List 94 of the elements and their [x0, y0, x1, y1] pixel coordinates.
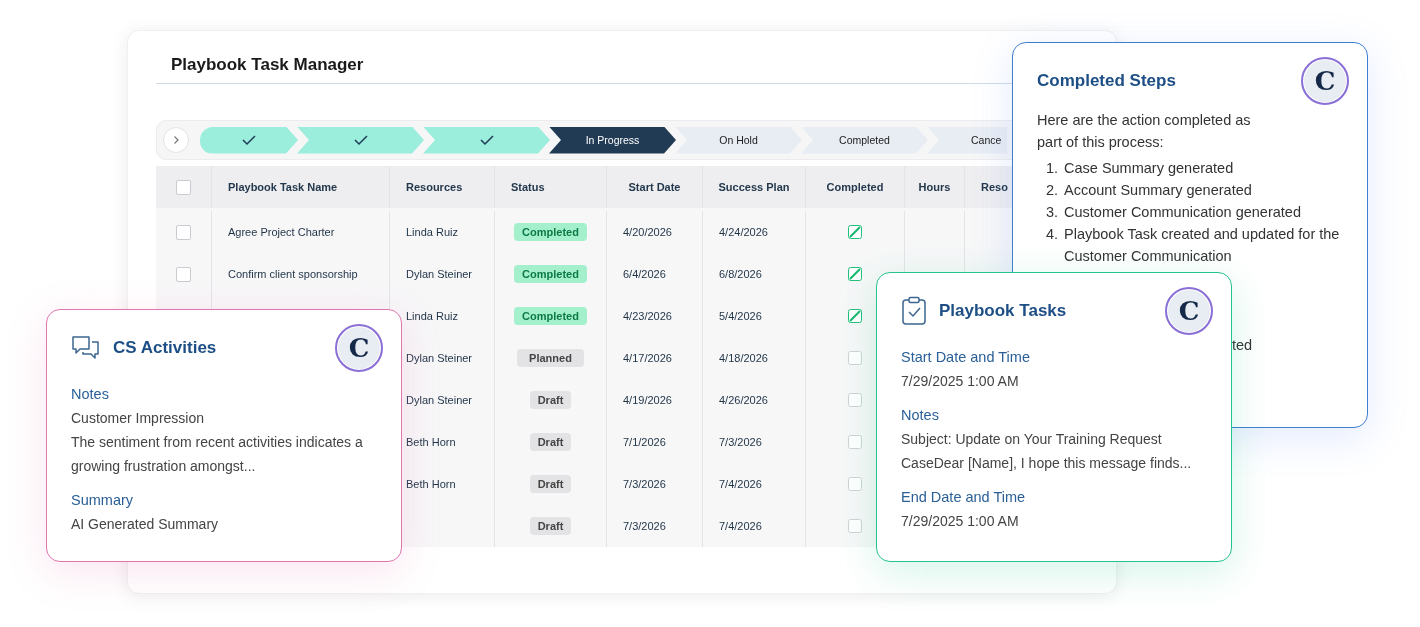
section-text: 7/29/2025 1:00 AM [901, 372, 1020, 391]
step[interactable]: Cance [927, 126, 1007, 154]
table-cell: 6/8/2026 [719, 268, 762, 280]
completed-checkbox[interactable] [848, 267, 862, 281]
check-icon [352, 134, 369, 146]
completed-checkbox[interactable] [848, 309, 862, 323]
step[interactable]: In Progress [549, 126, 676, 154]
table-cell: Dylan Steiner [406, 394, 473, 406]
card-title: Completed Steps [1037, 71, 1177, 91]
table-cell: Dylan Steiner [406, 268, 473, 280]
list-number: 4. [1044, 225, 1058, 244]
expand-button[interactable] [163, 127, 189, 153]
section-label: Notes [71, 385, 110, 404]
check-icon [241, 134, 257, 146]
step[interactable]: Completed [801, 126, 928, 154]
status-badge: Completed [514, 265, 587, 283]
table-cell: Linda Ruiz [406, 226, 458, 238]
table-cell: 6/4/2026 [623, 268, 666, 280]
list-item-text: Playbook Task created and updated for the Customer Communication [1064, 225, 1341, 266]
table-cell: 5/4/2026 [719, 310, 762, 322]
section-text: The sentiment from recent activities indicates a growing frustration amongst... [71, 433, 364, 476]
column-header[interactable]: Success Plan [718, 181, 790, 193]
section-label: Notes [901, 406, 940, 425]
row-checkbox[interactable] [176, 224, 191, 240]
table-cell: Agree Project Charter [228, 226, 335, 238]
clipboard-check-icon [901, 296, 927, 326]
table-cell: 7/3/2026 [623, 478, 666, 490]
check-icon [478, 134, 495, 146]
logo-badge: C [1301, 57, 1349, 105]
list-number: 1. [1044, 159, 1058, 178]
list-number: 2. [1044, 181, 1058, 200]
row-checkbox[interactable] [176, 266, 191, 282]
chat-bubbles-icon [71, 335, 101, 361]
step[interactable] [200, 126, 298, 154]
table-cell: Confirm client sponsorship [228, 268, 358, 280]
column-header[interactable]: Playbook Task Name [228, 181, 338, 193]
column-header[interactable]: Status [511, 181, 545, 193]
table-cell: 4/24/2026 [719, 226, 768, 238]
section-label: Summary [71, 491, 135, 510]
card-title: Playbook Tasks [939, 301, 1068, 321]
step[interactable] [423, 126, 550, 154]
status-badge: Draft [529, 517, 572, 535]
section-text: 7/29/2025 1:00 AM [901, 512, 1020, 531]
status-badge: Planned [517, 349, 584, 367]
section-text: Subject: Update on Your Training Request [901, 430, 1163, 449]
card-title: CS Activities [113, 338, 218, 358]
table-cell: 4/23/2026 [623, 310, 672, 322]
logo-badge: C [1165, 287, 1213, 335]
status-badge: Draft [529, 433, 572, 451]
list-item-text: Case Summary generated [1064, 159, 1235, 178]
section-text: Customer Impression [71, 409, 206, 428]
completed-checkbox[interactable] [848, 519, 862, 533]
completed-checkbox[interactable] [848, 351, 862, 365]
column-header[interactable]: Start Date [628, 181, 681, 193]
list-item-text: Customer Communication generated [1064, 203, 1302, 222]
list-item-text: ted [1232, 337, 1253, 353]
section-text: AI Generated Summary [71, 515, 220, 534]
table-cell: Beth Horn [406, 478, 456, 490]
table-cell: 7/1/2026 [623, 436, 666, 448]
list-item-text: Account Summary generated [1064, 181, 1253, 200]
section-text: CaseDear [Name], I hope this message finds... [901, 454, 1193, 473]
table-cell: 4/18/2026 [719, 352, 768, 364]
table-cell: 7/3/2026 [623, 520, 666, 532]
table-cell: 4/17/2026 [623, 352, 672, 364]
status-badge: Draft [529, 475, 572, 493]
column-header[interactable]: Completed [826, 181, 884, 193]
table-cell: 7/4/2026 [719, 478, 762, 490]
column-header[interactable]: Resources [406, 181, 463, 193]
list-number: 3. [1044, 203, 1058, 222]
table-cell: Dylan Steiner [406, 352, 473, 364]
table-cell: Linda Ruiz [406, 310, 458, 322]
completed-checkbox[interactable] [848, 225, 862, 239]
completed-checkbox[interactable] [848, 435, 862, 449]
column-header[interactable]: Reso [981, 181, 1008, 193]
select-all-checkbox[interactable] [176, 179, 191, 195]
section-label: End Date and Time [901, 488, 1027, 507]
table-cell: 7/4/2026 [719, 520, 762, 532]
column-header[interactable]: Hours [918, 181, 951, 193]
chevron-right-icon [171, 135, 181, 145]
section-label: Start Date and Time [901, 348, 1031, 367]
step[interactable] [297, 126, 424, 154]
step[interactable]: On Hold [675, 126, 802, 154]
table-cell: 4/20/2026 [623, 226, 672, 238]
status-badge: Completed [514, 307, 587, 325]
logo-badge: C [335, 324, 383, 372]
status-badge: Draft [529, 391, 572, 409]
intro-text: Here are the action completed as part of this process: [1037, 111, 1252, 152]
table-cell: 4/26/2026 [719, 394, 768, 406]
status-badge: Completed [514, 223, 587, 241]
table-cell: Beth Horn [406, 436, 456, 448]
completed-checkbox[interactable] [848, 393, 862, 407]
completed-checkbox[interactable] [848, 477, 862, 491]
table-cell: 4/19/2026 [623, 394, 672, 406]
table-cell: 7/3/2026 [719, 436, 762, 448]
